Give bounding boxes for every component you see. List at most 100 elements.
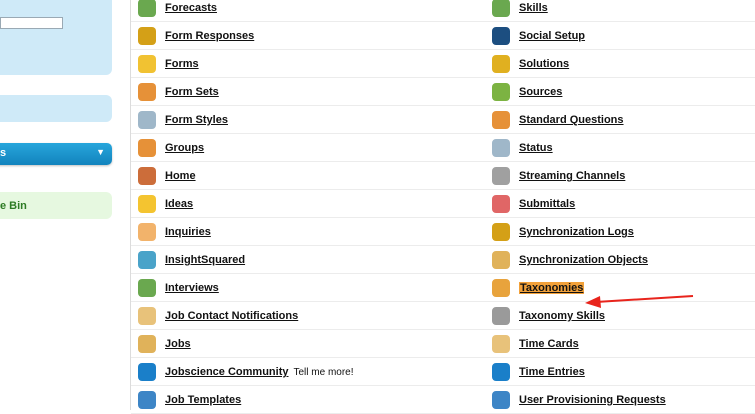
tab-item[interactable]: Synchronization Objects	[492, 246, 648, 274]
tab-link[interactable]: Time Entries	[519, 366, 585, 378]
tab-item[interactable]: Skills	[492, 0, 548, 22]
tab-item[interactable]: Taxonomies	[492, 274, 585, 302]
tab-link[interactable]: Forms	[165, 58, 199, 70]
tab-link[interactable]: Jobs	[165, 338, 191, 350]
tab-item[interactable]: Ideas	[138, 190, 193, 218]
tab-link[interactable]: Form Responses	[165, 30, 254, 42]
tab-link[interactable]: Taxonomies	[519, 282, 585, 294]
tab-item[interactable]: Solutions	[492, 50, 569, 78]
tab-link[interactable]: Forecasts	[165, 2, 217, 14]
tab-item[interactable]: Synchronization Logs	[492, 218, 634, 246]
home-icon	[138, 167, 156, 185]
form-responses-icon	[138, 27, 156, 45]
tab-link[interactable]: Groups	[165, 142, 204, 154]
tab-item[interactable]: Form Sets	[138, 78, 219, 106]
solutions-icon	[492, 55, 510, 73]
recycle-bin-link[interactable]: e Bin	[0, 200, 27, 212]
tab-item[interactable]: Jobs	[138, 330, 191, 358]
tab-item[interactable]: Forms	[138, 50, 199, 78]
tab-item[interactable]: Sources	[492, 78, 562, 106]
synchronization-objects-icon	[492, 251, 510, 269]
recycle-bin-panel[interactable]: e Bin	[0, 192, 112, 219]
tab-row: Ideas Submittals	[131, 190, 755, 218]
tab-link[interactable]: Job Contact Notifications	[165, 310, 298, 322]
interviews-icon	[138, 279, 156, 297]
insightsquared-icon	[138, 251, 156, 269]
tab-row: Form Responses Social Setup	[131, 22, 755, 50]
tab-item[interactable]: Time Cards	[492, 330, 579, 358]
tab-item[interactable]: Submittals	[492, 190, 575, 218]
tab-row: Form Sets Sources	[131, 78, 755, 106]
submittals-icon	[492, 195, 510, 213]
tab-link[interactable]: Form Sets	[165, 86, 219, 98]
tab-link[interactable]: Synchronization Logs	[519, 226, 634, 238]
tab-item[interactable]: Home	[138, 162, 196, 190]
social-setup-icon	[492, 27, 510, 45]
taxonomies-icon	[492, 279, 510, 297]
tab-link[interactable]: Interviews	[165, 282, 219, 294]
tab-item[interactable]: Job Contact Notifications	[138, 302, 298, 330]
tab-item[interactable]: Form Responses	[138, 22, 254, 50]
tab-link[interactable]: Sources	[519, 86, 562, 98]
tab-link[interactable]: Home	[165, 170, 196, 182]
skills-icon	[492, 0, 510, 17]
tab-link[interactable]: Solutions	[519, 58, 569, 70]
tab-item[interactable]: Inquiries	[138, 218, 211, 246]
tab-item[interactable]: Streaming Channels	[492, 162, 625, 190]
tab-item[interactable]: Jobscience Community Tell me more!	[138, 358, 354, 386]
tab-link[interactable]: Form Styles	[165, 114, 228, 126]
tab-link[interactable]: Skills	[519, 2, 548, 14]
inquiries-icon	[138, 223, 156, 241]
tab-item[interactable]: Groups	[138, 134, 204, 162]
tab-link[interactable]: Job Templates	[165, 394, 241, 406]
user-provisioning-requests-icon	[492, 391, 510, 409]
sidebar-panel	[0, 95, 112, 122]
tab-row: Form Styles Standard Questions	[131, 106, 755, 134]
dropdown-label: s	[0, 147, 7, 159]
tab-item[interactable]: Time Entries	[492, 358, 585, 386]
job-contact-notifications-icon	[138, 307, 156, 325]
tab-item[interactable]: Taxonomy Skills	[492, 302, 605, 330]
sources-icon	[492, 83, 510, 101]
tab-item[interactable]: Interviews	[138, 274, 219, 302]
tab-link[interactable]: Jobscience Community	[165, 366, 288, 378]
create-new-dropdown[interactable]: s ▼	[0, 143, 112, 165]
tab-link[interactable]: InsightSquared	[165, 254, 245, 266]
forms-icon	[138, 55, 156, 73]
tab-link[interactable]: Time Cards	[519, 338, 579, 350]
tab-link[interactable]: User Provisioning Requests	[519, 394, 666, 406]
tab-item[interactable]: Standard Questions	[492, 106, 624, 134]
jobs-icon	[138, 335, 156, 353]
job-templates-icon	[138, 391, 156, 409]
tell-me-more-link[interactable]: Tell me more!	[293, 367, 353, 378]
tab-row: Jobs Time Cards	[131, 330, 755, 358]
chevron-down-icon: ▼	[96, 147, 105, 157]
tab-link[interactable]: Streaming Channels	[519, 170, 625, 182]
jobscience-community-icon	[138, 363, 156, 381]
sidebar: s ▼ e Bin	[0, 0, 130, 410]
status-icon	[492, 139, 510, 157]
tab-link[interactable]: Submittals	[519, 198, 575, 210]
tab-item[interactable]: Forecasts	[138, 0, 217, 22]
tab-link[interactable]: Standard Questions	[519, 114, 624, 126]
ideas-icon	[138, 195, 156, 213]
tab-row: Inquiries Synchronization Logs	[131, 218, 755, 246]
tab-item[interactable]: InsightSquared	[138, 246, 245, 274]
streaming-channels-icon	[492, 167, 510, 185]
standard-questions-icon	[492, 111, 510, 129]
tab-link[interactable]: Status	[519, 142, 553, 154]
tab-link[interactable]: Social Setup	[519, 30, 585, 42]
tab-row: Forecasts Skills	[131, 0, 755, 22]
tab-row: Home Streaming Channels	[131, 162, 755, 190]
search-input[interactable]	[0, 17, 63, 29]
tab-row: Job Contact Notifications Taxonomy Skills	[131, 302, 755, 330]
search-panel	[0, 0, 112, 75]
tab-item[interactable]: Social Setup	[492, 22, 585, 50]
tab-link[interactable]: Inquiries	[165, 226, 211, 238]
tab-item[interactable]: Status	[492, 134, 553, 162]
synchronization-logs-icon	[492, 223, 510, 241]
tab-link[interactable]: Synchronization Objects	[519, 254, 648, 266]
tab-link[interactable]: Taxonomy Skills	[519, 310, 605, 322]
tab-link[interactable]: Ideas	[165, 198, 193, 210]
tab-item[interactable]: Form Styles	[138, 106, 228, 134]
